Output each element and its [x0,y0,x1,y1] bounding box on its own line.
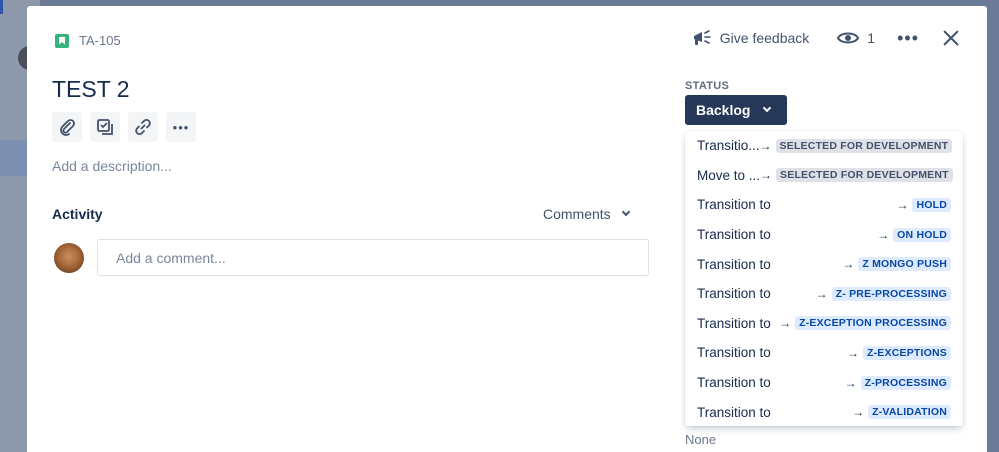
transition-item[interactable]: Transition to → Z-VALIDATION [685,397,963,426]
transition-text: Move to ... [697,167,761,183]
transition-text: Transition to [697,256,771,272]
add-child-issue-button[interactable] [90,112,120,142]
arrow-right-icon: → [760,168,773,183]
comment-input[interactable] [116,249,630,266]
paperclip-icon [60,119,75,136]
watch-button[interactable]: 1 [837,30,875,46]
avatar [54,243,84,273]
arrow-right-icon: → [842,257,855,272]
status-current: Backlog [696,102,751,118]
arrow-right-icon: → [844,375,857,390]
issue-key-link[interactable]: TA-105 [55,33,121,48]
status-lozenge: Z MONGO PUSH [858,257,951,272]
megaphone-icon [693,30,711,45]
transition-item[interactable]: Transition to → Z-EXCEPTION PROCESSING [685,309,963,339]
status-label: STATUS [685,80,730,92]
transition-text: Transition to [697,286,771,302]
transition-item[interactable]: Transition to → Z MONGO PUSH [685,249,963,279]
transition-item[interactable]: Transition to → ON HOLD [685,220,963,250]
activity-filter-label: Comments [543,206,611,222]
issue-key-text: TA-105 [79,33,121,48]
arrow-right-icon: → [759,138,772,153]
transition-item[interactable]: Transition to → Z- PRE-PROCESSING [685,279,963,309]
transition-item[interactable]: Transitio... → SELECTED FOR DEVELOPMENT [685,131,963,161]
give-feedback-label: Give feedback [719,30,810,46]
issue-title[interactable]: TEST 2 [52,76,130,103]
status-lozenge: Z-PROCESSING [860,375,951,390]
arrow-right-icon: → [877,227,890,242]
eye-icon [837,32,860,44]
field-value-none: None [685,432,717,447]
transition-text: Transition to [697,197,771,213]
transition-text: Transition to [697,227,771,243]
header-actions: Give feedback 1 ••• [692,28,961,48]
status-lozenge: ON HOLD [893,227,951,242]
story-icon [55,33,69,48]
link-issue-button[interactable] [128,112,158,142]
transition-item[interactable]: Transition to → Z-EXCEPTIONS [685,338,963,368]
transition-menu: Transitio... → SELECTED FOR DEVELOPMENT M… [685,131,963,426]
status-lozenge: Z-EXCEPTION PROCESSING [795,316,951,331]
transition-text: Transition to [697,404,771,420]
status-lozenge: Z-VALIDATION [868,405,951,420]
status-lozenge: Z-EXCEPTIONS [863,345,951,360]
background-marker [0,0,3,14]
transition-text: Transition to [697,375,771,391]
issue-modal: TA-105 Give feedback 1 ••• TEST 2 ••• Ad… [27,6,987,452]
comment-box[interactable] [97,239,649,276]
more-toolbar-button[interactable]: ••• [166,112,196,142]
issue-toolbar: ••• [52,112,196,142]
attach-button[interactable] [52,112,82,142]
status-lozenge: SELECTED FOR DEVELOPMENT [776,168,953,183]
arrow-right-icon: → [847,345,859,360]
status-lozenge: SELECTED FOR DEVELOPMENT [775,138,953,153]
transition-item[interactable]: Transition to → HOLD [685,190,963,220]
transition-text: Transition to [697,315,771,331]
chevron-down-icon [763,103,772,113]
close-icon[interactable] [941,28,961,48]
activity-filter-dropdown[interactable]: Comments [543,206,630,222]
status-lozenge: HOLD [912,197,951,212]
chevron-down-icon [621,207,630,217]
description-field[interactable]: Add a description... [52,158,172,174]
activity-heading: Activity [52,206,103,222]
arrow-right-icon: → [815,286,828,301]
watch-count: 1 [867,30,876,46]
status-button[interactable]: Backlog [685,95,787,125]
transition-item[interactable]: Transition to → Z-PROCESSING [685,368,963,398]
transition-text: Transitio... [697,138,760,154]
status-lozenge: Z- PRE-PROCESSING [831,286,951,301]
give-feedback-button[interactable]: Give feedback [692,29,810,47]
subtask-icon [97,119,113,135]
more-dots: ••• [172,119,190,135]
more-actions-button[interactable]: ••• [897,29,919,47]
transition-item[interactable]: Move to ... → SELECTED FOR DEVELOPMENT [685,161,963,191]
arrow-right-icon: → [779,316,792,331]
arrow-right-icon: → [852,405,865,420]
transition-text: Transition to [697,345,771,361]
link-icon [135,119,151,135]
arrow-right-icon: → [896,197,909,212]
